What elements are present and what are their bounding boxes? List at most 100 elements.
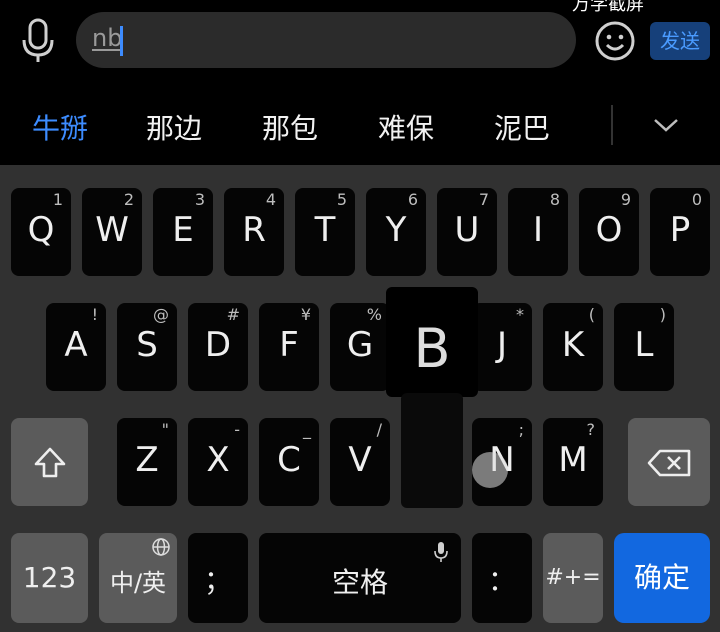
backspace-icon: [647, 449, 691, 477]
text-caret: [120, 26, 123, 56]
key-q[interactable]: 1 Q: [11, 188, 71, 276]
key-label: I: [532, 210, 544, 250]
key-label: J: [496, 325, 508, 365]
input-text: nb: [92, 24, 123, 52]
key-label: G: [346, 325, 374, 365]
candidate-1[interactable]: 牛掰: [32, 107, 88, 147]
overlay-text: 万学截屏: [572, 0, 644, 15]
key-sub: %: [366, 305, 382, 324]
globe-icon: [152, 538, 170, 556]
key-sub: !: [91, 305, 98, 324]
popup-label: B: [413, 317, 451, 380]
key-i[interactable]: 8 I: [508, 188, 568, 276]
key-sub: ": [161, 420, 169, 439]
touch-indicator: [472, 452, 508, 488]
key-sub: _: [303, 420, 311, 439]
key-sub: *: [516, 305, 524, 324]
num-key[interactable]: 123: [11, 533, 88, 623]
key-sub: @: [153, 305, 169, 324]
key-label: M: [558, 440, 588, 480]
key-label: K: [561, 325, 585, 365]
key-label: 123: [22, 561, 77, 594]
key-z[interactable]: " Z: [117, 418, 177, 506]
candidate-3[interactable]: 那包: [262, 107, 318, 147]
candidate-divider: [611, 105, 613, 145]
shift-icon: [34, 447, 66, 478]
key-sub: 4: [265, 190, 276, 209]
key-label: U: [454, 210, 480, 250]
key-label: ；: [203, 564, 232, 597]
key-a[interactable]: ! A: [46, 303, 106, 391]
key-k[interactable]: ( K: [543, 303, 603, 391]
key-r[interactable]: 4 R: [224, 188, 284, 276]
chevron-down-icon[interactable]: [652, 111, 680, 139]
key-sub: #: [226, 305, 240, 324]
send-button[interactable]: 发送: [650, 22, 710, 60]
key-label: ：: [487, 564, 516, 597]
key-sub: ¥: [300, 305, 311, 324]
key-sub: (: [588, 305, 595, 324]
key-sub: 6: [407, 190, 418, 209]
candidate-5[interactable]: 泥巴: [494, 107, 550, 147]
keyboard: 1 Q 2 W 3 E 4 R 5 T 6 Y 7 U 8 I 9 O 0 P …: [0, 165, 720, 632]
key-sub: 1: [52, 190, 63, 209]
key-sub: 9: [620, 190, 631, 209]
key-sub: -: [234, 420, 240, 439]
candidate-bar: 牛掰 那边 那包 难保 泥巴: [0, 85, 720, 165]
key-label: P: [669, 210, 691, 250]
key-label: F: [279, 325, 299, 365]
top-bar: 万学截屏 nb 发送: [0, 0, 720, 85]
key-j[interactable]: * J: [472, 303, 532, 391]
key-c[interactable]: _ C: [259, 418, 319, 506]
key-g[interactable]: % G: [330, 303, 390, 391]
symbols-key[interactable]: #+=: [543, 533, 603, 623]
lang-switch-key[interactable]: 中/英: [99, 533, 177, 623]
key-sub: 3: [194, 190, 205, 209]
key-p[interactable]: 0 P: [650, 188, 710, 276]
key-label: Z: [135, 440, 159, 480]
key-o[interactable]: 9 O: [579, 188, 639, 276]
key-v[interactable]: / V: [330, 418, 390, 506]
key-label: E: [172, 210, 194, 250]
key-label: D: [204, 325, 232, 365]
key-sub: ?: [586, 420, 596, 439]
key-y[interactable]: 6 Y: [366, 188, 426, 276]
key-l[interactable]: ) L: [614, 303, 674, 391]
key-label: #+=: [545, 565, 601, 590]
emoji-icon[interactable]: [594, 20, 636, 62]
shift-key[interactable]: [11, 418, 88, 506]
key-x[interactable]: - X: [188, 418, 248, 506]
key-label: R: [242, 210, 266, 250]
message-input[interactable]: nb: [76, 12, 576, 68]
colon-key[interactable]: ：: [472, 533, 532, 623]
key-sub: 7: [478, 190, 489, 209]
key-sub: 8: [549, 190, 560, 209]
key-s[interactable]: @ S: [117, 303, 177, 391]
key-label: L: [634, 325, 654, 365]
key-b[interactable]: [401, 393, 463, 508]
microphone-icon[interactable]: [18, 18, 58, 64]
key-e[interactable]: 3 E: [153, 188, 213, 276]
space-key[interactable]: 空格: [259, 533, 461, 623]
key-t[interactable]: 5 T: [295, 188, 355, 276]
key-label: W: [95, 210, 129, 250]
key-sub: ;: [518, 420, 524, 439]
key-label: A: [64, 325, 88, 365]
key-u[interactable]: 7 U: [437, 188, 497, 276]
key-b-popup: B: [386, 287, 478, 397]
key-m[interactable]: ? M: [543, 418, 603, 506]
confirm-button[interactable]: 确定: [614, 533, 710, 623]
key-f[interactable]: ¥ F: [259, 303, 319, 391]
backspace-key[interactable]: [628, 418, 710, 506]
key-label: Q: [27, 210, 55, 250]
key-d[interactable]: # D: [188, 303, 248, 391]
semicolon-key[interactable]: ；: [188, 533, 248, 623]
key-sub: 0: [691, 190, 702, 209]
key-label: T: [314, 210, 336, 250]
key-sub: 2: [123, 190, 134, 209]
candidate-4[interactable]: 难保: [378, 107, 434, 147]
candidate-2[interactable]: 那边: [146, 107, 202, 147]
key-w[interactable]: 2 W: [82, 188, 142, 276]
key-label: Y: [385, 210, 407, 250]
key-label: V: [348, 440, 372, 480]
